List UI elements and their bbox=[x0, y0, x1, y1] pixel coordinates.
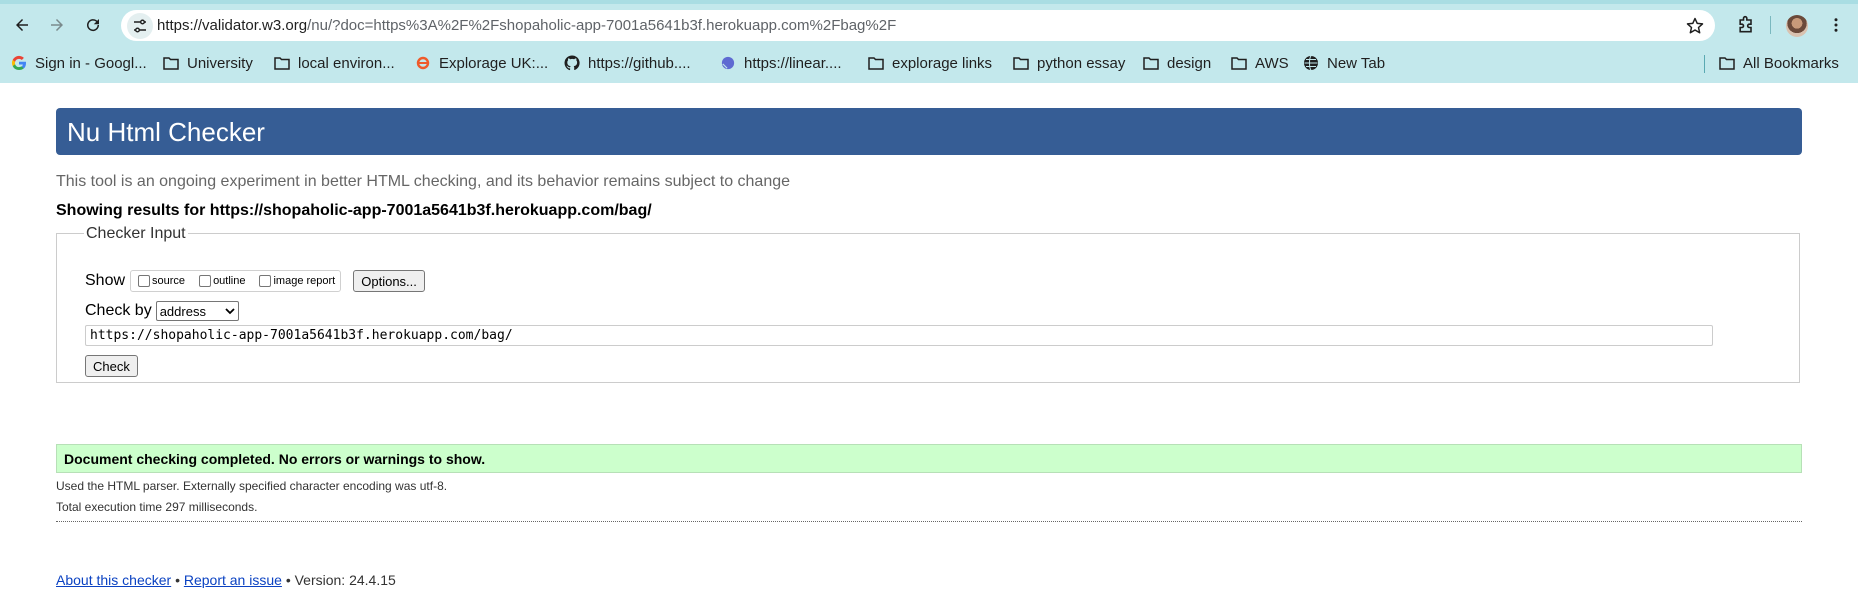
url-input[interactable]: https://shopaholic-app-7001a5641b3f.hero… bbox=[85, 325, 1713, 346]
result-success-message: Document checking completed. No errors o… bbox=[56, 444, 1802, 473]
show-options-group: source outline image report bbox=[130, 270, 342, 292]
page-header: Nu Html Checker bbox=[56, 108, 1802, 155]
check-by-label: Check by bbox=[85, 302, 152, 319]
options-button[interactable]: Options... bbox=[353, 270, 425, 292]
checker-input-legend: Checker Input bbox=[84, 225, 188, 243]
image-report-checkbox-label: image report bbox=[273, 275, 336, 287]
folder-icon bbox=[868, 55, 884, 71]
back-button[interactable] bbox=[7, 10, 37, 40]
arrow-left-icon bbox=[16, 19, 28, 31]
execution-time: Total execution time 297 milliseconds. bbox=[56, 500, 258, 514]
bookmark-item[interactable]: https://github.... bbox=[564, 52, 691, 74]
show-options-row: Show source outline image report Options… bbox=[85, 270, 425, 292]
source-checkbox-label: source bbox=[152, 275, 186, 287]
bookmark-label: python essay bbox=[1037, 54, 1126, 72]
bookmark-folder[interactable]: python essay bbox=[1013, 52, 1125, 74]
reload-icon bbox=[87, 19, 100, 32]
bookmark-item[interactable]: https://linear.... bbox=[720, 52, 842, 74]
url-host: https://validator.w3.org bbox=[157, 17, 308, 34]
bookmark-label: University bbox=[187, 54, 253, 72]
bookmark-label: local environ... bbox=[298, 54, 395, 72]
check-by-row: Check by address bbox=[85, 301, 239, 321]
report-issue-link[interactable]: Report an issue bbox=[184, 572, 282, 588]
tab-strip-edge bbox=[0, 0, 1858, 4]
check-by-select-value: address bbox=[159, 303, 206, 319]
bookmark-item[interactable]: Explorage UK:... bbox=[415, 52, 548, 74]
source-checkbox[interactable] bbox=[138, 275, 151, 287]
version-text: • Version: 24.4.15 bbox=[285, 572, 396, 588]
site-info-button[interactable] bbox=[127, 13, 153, 39]
bookmark-label: AWS bbox=[1255, 54, 1289, 72]
avatar[interactable] bbox=[1786, 15, 1808, 37]
check-by-select[interactable]: address bbox=[155, 301, 239, 321]
all-bookmarks-label: All Bookmarks bbox=[1743, 54, 1839, 72]
address-bar[interactable]: https://validator.w3.org/nu/?doc=https%3… bbox=[121, 10, 1715, 41]
globe-icon bbox=[1303, 55, 1319, 71]
more-vert-icon bbox=[1834, 18, 1838, 32]
folder-icon bbox=[1013, 55, 1029, 71]
parser-note: Used the HTML parser. Externally specifi… bbox=[56, 479, 448, 493]
url-path: /nu/?doc=https%3A%2F%2Fshopaholic-app-70… bbox=[307, 17, 897, 34]
arrow-right-icon bbox=[51, 19, 63, 31]
bookmark-star-icon[interactable] bbox=[1685, 16, 1705, 36]
divider bbox=[56, 521, 1802, 522]
folder-icon bbox=[274, 55, 290, 71]
bookmark-item[interactable]: New Tab bbox=[1303, 52, 1385, 74]
folder-icon bbox=[163, 55, 179, 71]
linear-icon bbox=[720, 55, 736, 71]
all-bookmarks-button[interactable]: All Bookmarks bbox=[1719, 52, 1839, 74]
image-report-checkbox[interactable] bbox=[259, 275, 272, 287]
show-label: Show bbox=[85, 272, 126, 289]
bookmark-folder[interactable]: design bbox=[1143, 52, 1211, 74]
menu-button[interactable] bbox=[1825, 14, 1847, 36]
footer-separator: • bbox=[175, 572, 180, 588]
bookmark-label: https://linear.... bbox=[744, 54, 842, 72]
intro-text: This tool is an ongoing experiment in be… bbox=[56, 173, 791, 190]
bookmark-label: https://github.... bbox=[588, 54, 691, 72]
bookmark-label: New Tab bbox=[1327, 54, 1386, 72]
bookmark-folder[interactable]: explorage links bbox=[868, 52, 992, 74]
folder-icon bbox=[1719, 55, 1735, 71]
bookmark-label: Sign in - Googl... bbox=[35, 54, 147, 72]
check-button[interactable]: Check bbox=[85, 355, 138, 377]
google-icon bbox=[11, 55, 27, 71]
bookmarks-bar: Sign in - Googl... University local envi… bbox=[0, 48, 1858, 78]
browser-toolbar: https://validator.w3.org/nu/?doc=https%3… bbox=[0, 0, 1858, 83]
folder-icon bbox=[1231, 55, 1247, 71]
reload-button[interactable] bbox=[78, 10, 108, 40]
explorage-icon bbox=[415, 55, 431, 71]
footer: About this checker • Report an issue • V… bbox=[56, 572, 396, 588]
github-icon bbox=[564, 55, 580, 71]
chevron-down-icon bbox=[225, 308, 235, 315]
page-title: Nu Html Checker bbox=[67, 117, 265, 147]
url-text: https://validator.w3.org/nu/?doc=https%3… bbox=[157, 17, 896, 34]
bookmarks-divider bbox=[1704, 55, 1705, 73]
outline-checkbox[interactable] bbox=[199, 275, 212, 287]
checker-input-fieldset: Checker Input Show source outline image … bbox=[56, 225, 1800, 383]
showing-results-text: Showing results for https://shopaholic-a… bbox=[56, 202, 652, 219]
tune-icon bbox=[134, 19, 146, 33]
outline-checkbox-label: outline bbox=[213, 275, 246, 287]
bookmark-item[interactable]: Sign in - Googl... bbox=[11, 52, 147, 74]
forward-button[interactable] bbox=[42, 10, 72, 40]
puzzle-icon bbox=[1739, 15, 1752, 33]
bookmark-label: design bbox=[1167, 54, 1212, 72]
bookmark-folder[interactable]: local environ... bbox=[274, 52, 395, 74]
folder-icon bbox=[1143, 55, 1159, 71]
bookmark-label: explorage links bbox=[892, 54, 993, 72]
about-link[interactable]: About this checker bbox=[56, 572, 171, 588]
bookmark-folder[interactable]: University bbox=[163, 52, 253, 74]
toolbar-divider bbox=[1770, 16, 1771, 34]
extensions-button[interactable] bbox=[1735, 14, 1757, 36]
bookmark-folder[interactable]: AWS bbox=[1231, 52, 1289, 74]
bookmark-label: Explorage UK:... bbox=[439, 54, 549, 72]
